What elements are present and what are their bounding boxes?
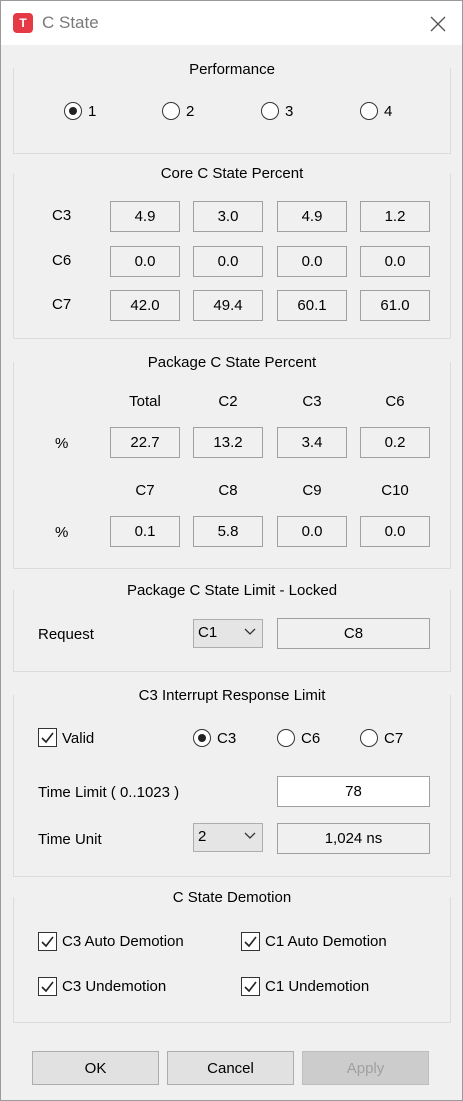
ok-button[interactable]: OK (32, 1051, 159, 1085)
close-button[interactable] (425, 11, 451, 37)
package-header: C9 (302, 482, 322, 499)
package-value: 22.7 (110, 427, 180, 458)
package-header: C3 (302, 393, 322, 410)
interrupt-label-c6: C6 (301, 730, 321, 747)
interrupt-radio-c7[interactable] (360, 729, 378, 747)
package-header: C2 (218, 393, 238, 410)
core-value: 4.9 (277, 201, 347, 232)
core-row-label: C6 (52, 252, 72, 269)
core-value: 42.0 (110, 290, 180, 321)
c3-undemotion-checkbox[interactable] (38, 977, 57, 996)
core-row-label: C7 (52, 296, 72, 313)
core-value: 0.0 (110, 246, 180, 277)
performance-label-1: 1 (88, 103, 97, 120)
time-limit-label: Time Limit ( 0..1023 ) (38, 784, 180, 801)
c1-auto-demotion-label: C1 Auto Demotion (265, 933, 387, 950)
performance-label-3: 3 (285, 103, 294, 120)
performance-title: Performance (14, 61, 450, 78)
package-header: C8 (218, 482, 238, 499)
interrupt-label-c3: C3 (217, 730, 237, 747)
checkmark-icon (41, 981, 54, 993)
checkmark-icon (41, 732, 54, 744)
performance-label-4: 4 (384, 103, 393, 120)
core-value: 3.0 (193, 201, 263, 232)
package-value: 0.1 (110, 516, 180, 547)
c-state-dialog: T C State Performance 1 2 3 4 Core C Sta… (0, 0, 463, 1101)
c3-auto-demotion-label: C3 Auto Demotion (62, 933, 184, 950)
request-label: Request (38, 626, 94, 643)
c3-auto-demotion-checkbox[interactable] (38, 932, 57, 951)
package-limit-title: Package C State Limit - Locked (14, 582, 450, 599)
core-value: 60.1 (277, 290, 347, 321)
request-combo[interactable]: C1 (193, 619, 263, 648)
c1-undemotion-label: C1 Undemotion (265, 978, 370, 995)
valid-label: Valid (62, 730, 95, 747)
chevron-down-icon (244, 628, 256, 635)
checkmark-icon (244, 981, 257, 993)
performance-label-2: 2 (186, 103, 195, 120)
c1-undemotion-checkbox[interactable] (241, 977, 260, 996)
package-value: 0.0 (360, 516, 430, 547)
package-value: 0.2 (360, 427, 430, 458)
core-c-state-title: Core C State Percent (14, 165, 450, 182)
package-c-state-title: Package C State Percent (14, 354, 450, 371)
core-value: 0.0 (360, 246, 430, 277)
package-header: C7 (135, 482, 155, 499)
app-icon: T (13, 13, 33, 33)
interrupt-radio-c6[interactable] (277, 729, 295, 747)
apply-button[interactable]: Apply (302, 1051, 429, 1085)
checkmark-icon (244, 936, 257, 948)
package-header: Total (129, 393, 161, 410)
core-value: 61.0 (360, 290, 430, 321)
package-row-label: % (55, 435, 69, 452)
performance-radio-2[interactable] (162, 102, 180, 120)
demotion-title: C State Demotion (14, 889, 450, 906)
time-unit-combo[interactable]: 2 (193, 823, 263, 852)
core-value: 4.9 (110, 201, 180, 232)
package-header: C6 (385, 393, 405, 410)
demotion-group: C State Demotion (13, 889, 451, 1023)
core-value: 49.4 (193, 290, 263, 321)
chevron-down-icon (244, 832, 256, 839)
request-combo-value: C1 (198, 624, 218, 641)
core-row-label: C3 (52, 207, 72, 224)
cancel-button[interactable]: Cancel (167, 1051, 294, 1085)
time-unit-combo-value: 2 (198, 828, 207, 845)
package-value: 3.4 (277, 427, 347, 458)
performance-radio-4[interactable] (360, 102, 378, 120)
package-limit-value: C8 (277, 618, 430, 649)
core-value: 1.2 (360, 201, 430, 232)
c1-auto-demotion-checkbox[interactable] (241, 932, 260, 951)
core-value: 0.0 (193, 246, 263, 277)
package-row-label: % (55, 524, 69, 541)
package-value: 13.2 (193, 427, 263, 458)
valid-checkbox[interactable] (38, 728, 57, 747)
c3-undemotion-label: C3 Undemotion (62, 978, 167, 995)
interrupt-label-c7: C7 (384, 730, 404, 747)
core-value: 0.0 (277, 246, 347, 277)
checkmark-icon (41, 936, 54, 948)
window-title: C State (42, 13, 99, 32)
close-icon (430, 16, 446, 32)
interrupt-radio-c3[interactable] (193, 729, 211, 747)
performance-radio-3[interactable] (261, 102, 279, 120)
package-value: 0.0 (277, 516, 347, 547)
package-value: 5.8 (193, 516, 263, 547)
performance-radio-1[interactable] (64, 102, 82, 120)
time-limit-input[interactable]: 78 (277, 776, 430, 807)
c3-interrupt-title: C3 Interrupt Response Limit (14, 687, 450, 704)
time-unit-label: Time Unit (38, 831, 102, 848)
title-bar: T C State (1, 1, 462, 45)
time-unit-value: 1,024 ns (277, 823, 430, 854)
package-header: C10 (381, 482, 409, 499)
